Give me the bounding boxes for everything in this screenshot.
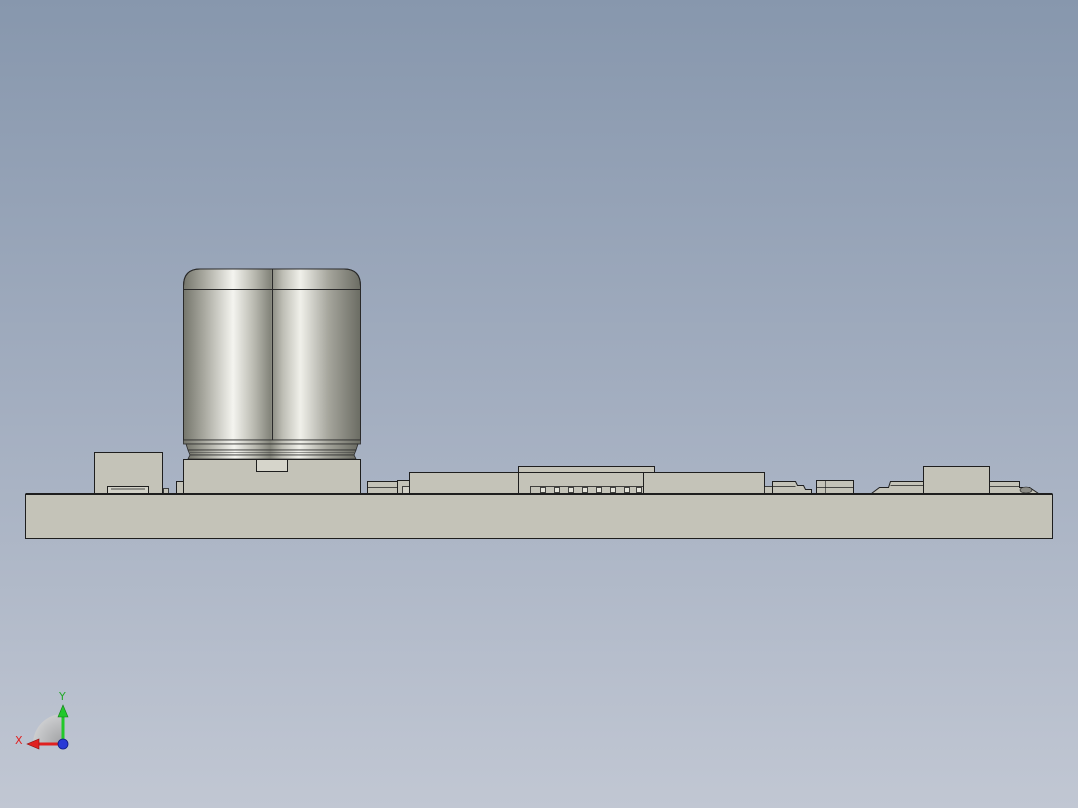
smd-component-a[interactable] bbox=[367, 480, 410, 494]
pin-header[interactable] bbox=[518, 466, 655, 494]
smd-component-c[interactable] bbox=[816, 480, 854, 494]
pcb-board[interactable] bbox=[25, 494, 1053, 539]
small-smd-left[interactable] bbox=[163, 481, 184, 494]
left-connector[interactable] bbox=[72, 452, 163, 494]
x-axis-arrow bbox=[26, 738, 40, 750]
x-axis-label: X bbox=[15, 734, 23, 747]
reference-triad[interactable]: Y X bbox=[15, 690, 69, 750]
smd-component-b[interactable] bbox=[772, 481, 812, 494]
ic-chip-left[interactable] bbox=[409, 472, 530, 494]
z-axis-dot bbox=[57, 738, 69, 750]
y-axis-arrow bbox=[57, 704, 69, 718]
y-axis-label: Y bbox=[58, 690, 66, 703]
capacitor-base[interactable] bbox=[183, 459, 361, 494]
ic-chip-right[interactable] bbox=[643, 472, 773, 494]
graphics-viewport[interactable]: Y X bbox=[0, 0, 1078, 808]
right-connector[interactable] bbox=[870, 466, 1041, 494]
model-canvas[interactable]: Y X bbox=[0, 0, 1078, 808]
electrolytic-capacitor[interactable] bbox=[183, 268, 361, 460]
